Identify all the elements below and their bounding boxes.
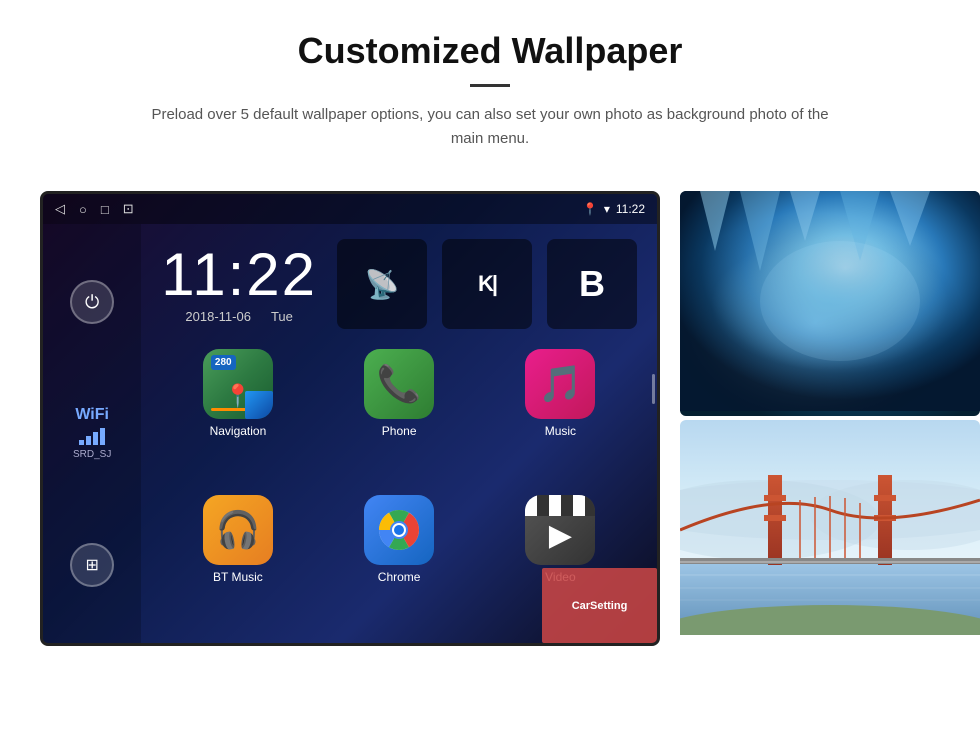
chrome-logo-svg (377, 508, 421, 552)
scroll-indicator (652, 374, 655, 404)
app-item-music[interactable]: 🎵 Music (484, 349, 637, 487)
chrome-app-label: Chrome (378, 570, 421, 584)
maps-road (211, 408, 265, 411)
status-bar: ◁ ○ □ ⊡ 📍 ▾ 11:22 (43, 194, 657, 224)
music-app-icon: 🎵 (525, 349, 595, 419)
wallpaper-golden-gate[interactable] (680, 420, 980, 640)
widget-k-label: K| (478, 271, 496, 297)
wallpaper-thumbnails (680, 191, 980, 640)
widget-b[interactable]: B (547, 239, 637, 329)
video-play-icon: ▶ (549, 518, 572, 553)
clock-area: 11:22 2018-11-06 Tue 📡 (141, 224, 657, 339)
bt-music-app-label: BT Music (213, 570, 263, 584)
phone-icon: 📞 (377, 363, 422, 405)
widget-antenna[interactable]: 📡 (337, 239, 427, 329)
wifi-signal-bars (73, 428, 111, 445)
device-wrapper: ◁ ○ □ ⊡ 📍 ▾ 11:22 ⏻ (40, 191, 660, 646)
maps-280-label: 280 (211, 355, 236, 370)
power-button[interactable]: ⏻ (70, 280, 114, 324)
nav-recent-icon[interactable]: □ (101, 202, 109, 217)
wifi-block[interactable]: WiFi SRD_SJ (73, 406, 111, 460)
wifi-ssid: SRD_SJ (73, 449, 111, 460)
golden-gate-svg (680, 420, 980, 635)
apps-grid-icon: ⊞ (85, 555, 98, 575)
wifi-bar-1 (79, 440, 84, 445)
app-item-chrome[interactable]: Chrome (323, 495, 476, 633)
music-icon: 🎵 (538, 363, 583, 405)
page-title: Customized Wallpaper (80, 30, 900, 72)
wifi-bar-2 (86, 436, 91, 445)
wifi-status-icon: ▾ (604, 202, 610, 216)
navigation-app-icon: 280 📍 (203, 349, 273, 419)
nav-home-icon[interactable]: ○ (79, 202, 87, 217)
clock-day: Tue (271, 309, 293, 324)
title-divider (470, 84, 510, 87)
maps-pin-icon: 📍 (224, 383, 251, 409)
navigation-app-label: Navigation (210, 424, 267, 438)
wallpaper-ice-cave[interactable] (680, 191, 980, 416)
page-description: Preload over 5 default wallpaper options… (140, 103, 840, 151)
wifi-label: WiFi (73, 406, 111, 424)
ice-cave-svg (680, 191, 980, 411)
antenna-icon: 📡 (365, 268, 400, 301)
app-item-navigation[interactable]: 280 📍 Navigation (161, 349, 314, 487)
bt-music-app-icon: 🎧 (203, 495, 273, 565)
ice-cave-visual (680, 191, 980, 416)
carsetting-label: CarSetting (572, 600, 628, 612)
widget-b-label: B (579, 263, 605, 305)
status-indicators: 📍 ▾ 11:22 (583, 202, 645, 216)
wifi-bar-3 (93, 432, 98, 445)
nav-back-icon[interactable]: ◁ (55, 201, 65, 217)
clock-time: 11:22 (161, 245, 317, 305)
app-item-bt-music[interactable]: 🎧 BT Music (161, 495, 314, 633)
clapper-slat (525, 495, 595, 516)
clock-block: 11:22 2018-11-06 Tue (161, 245, 317, 324)
app-item-phone[interactable]: 📞 Phone (323, 349, 476, 487)
widget-k[interactable]: K| (442, 239, 532, 329)
status-nav: ◁ ○ □ ⊡ (55, 201, 134, 217)
carsetting-button[interactable]: CarSetting (542, 568, 657, 643)
page-header: Customized Wallpaper Preload over 5 defa… (0, 0, 980, 171)
clock-date: 2018-11-06 Tue (161, 309, 317, 324)
location-icon: 📍 (583, 202, 598, 216)
all-apps-button[interactable]: ⊞ (70, 543, 114, 587)
chrome-app-icon (364, 495, 434, 565)
android-device: ◁ ○ □ ⊡ 📍 ▾ 11:22 ⏻ (40, 191, 660, 646)
music-app-label: Music (545, 424, 576, 438)
bluetooth-icon: 🎧 (215, 509, 260, 551)
status-time: 11:22 (616, 202, 645, 216)
phone-app-label: Phone (382, 424, 417, 438)
phone-app-icon: 📞 (364, 349, 434, 419)
power-icon: ⏻ (85, 292, 99, 313)
main-content: ◁ ○ □ ⊡ 📍 ▾ 11:22 ⏻ (0, 171, 980, 666)
video-app-icon: ▶ (525, 495, 595, 565)
wifi-bar-4 (100, 428, 105, 445)
nav-screenshot-icon[interactable]: ⊡ (123, 201, 134, 217)
left-sidebar: ⏻ WiFi SRD_SJ ⊞ (43, 224, 141, 643)
clock-widgets: 📡 K| B (337, 239, 637, 329)
clock-date-value: 2018-11-06 (185, 309, 251, 324)
